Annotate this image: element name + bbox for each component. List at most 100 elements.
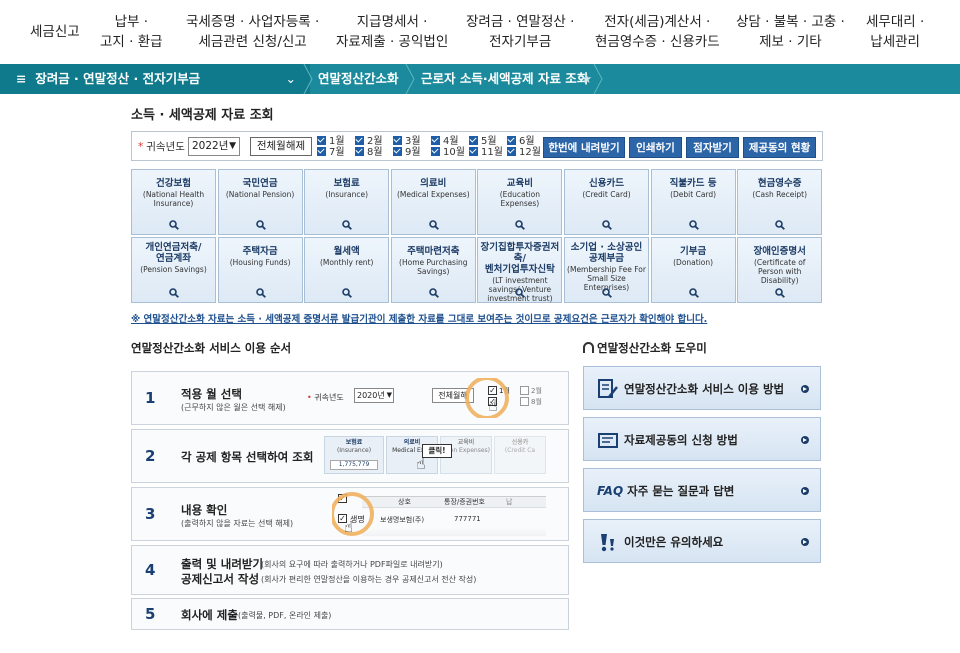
month-checkbox[interactable]: 10월 [431, 147, 465, 158]
category-label: 현금영수증 [757, 178, 802, 189]
month-label: 11월 [481, 147, 503, 158]
checkbox-checked-icon[interactable] [317, 147, 326, 156]
category-english-label: (Debit Card) [670, 190, 717, 199]
category-label: 직불카드 등 [669, 178, 717, 189]
checkbox-checked-icon[interactable] [393, 136, 402, 145]
category-english-label: (Cash Receipt) [752, 190, 808, 199]
help-label: FAQ 자주 묻는 질문과 답변 [597, 484, 735, 498]
nav-e-invoice[interactable]: 전자(세금)계산서 · 현금영수증 · 신용카드 [595, 12, 720, 52]
category-button[interactable]: 월세액 (Monthly rent) [304, 237, 390, 303]
search-icon [688, 215, 699, 230]
step-3-illustration: 상호 통장/증권번호 납 ✓ ✓ 생명 보생명보험(주) 777771 ☝ [332, 490, 546, 538]
category-label: 국민연금 [242, 178, 278, 189]
checkbox-checked-icon[interactable] [355, 147, 364, 156]
category-label: 소기업 · 소상공인 공제부금 [570, 242, 643, 264]
help-how-to-use-button[interactable]: 연말정산간소화 서비스 이용 방법 [583, 366, 821, 410]
search-icon [342, 283, 353, 298]
clear-all-months-button[interactable]: 전체월해제 [250, 137, 312, 156]
search-icon [255, 215, 266, 230]
nav-consulting[interactable]: 상담 · 불복 · 고충 · 제보 · 기타 [736, 12, 845, 52]
nav-statements[interactable]: 지급명세서 · 자료제출 · 공익법인 [336, 12, 448, 52]
category-button[interactable]: 직불카드 등 (Debit Card) [650, 169, 736, 235]
category-english-label: (National Pension) [225, 190, 295, 199]
category-button[interactable]: 장기집합투자증권저축/ 벤처기업투자신탁 (LT investment savin… [477, 237, 563, 303]
category-label: 신용카드 [589, 178, 624, 189]
checkbox-checked-icon[interactable] [393, 147, 402, 156]
checkbox-checked-icon[interactable] [431, 147, 440, 156]
page-title: 소득 · 세액공제 자료 조회 [131, 108, 274, 123]
category-button[interactable]: 신용카드 (Credit Card) [564, 169, 649, 235]
document-icon [598, 433, 618, 448]
provider-status-button[interactable]: 제공동의 현황 [743, 137, 816, 158]
braille-button[interactable]: 점자받기 [686, 137, 739, 158]
nav-tax-filing[interactable]: 세금신고 [30, 22, 80, 42]
hand-cursor-icon: ☝ [488, 396, 498, 415]
step-1: 1 적용 월 선택 (근무하지 않은 월은 선택 해제) • 귀속년도 2020… [131, 371, 569, 425]
breadcrumb-main-menu[interactable]: ≡ 장려금 · 연말정산 · 전자기부금 ⌄ [0, 64, 310, 94]
category-label: 개인연금저축/ 연금계좌 [145, 242, 202, 264]
category-english-label: (Home Purchasing Savings) [399, 258, 468, 276]
download-all-button[interactable]: 한번에 내려받기 [543, 137, 625, 158]
print-button[interactable]: 인쇄하기 [629, 137, 682, 158]
category-button[interactable]: 개인연금저축/ 연금계좌 (Pension Savings) [131, 237, 216, 303]
search-icon [515, 283, 526, 298]
nav-certificates[interactable]: 국세증명 · 사업자등록 · 세금관련 신청/신고 [186, 12, 319, 52]
arrow-right-icon [801, 385, 809, 393]
step-number: 2 [145, 447, 156, 465]
category-english-label: (Donation) [673, 258, 714, 267]
month-label: 12월 [519, 147, 541, 158]
category-button[interactable]: 교육비 (Education Expenses) [477, 169, 563, 235]
checkbox-checked-icon[interactable] [355, 136, 364, 145]
category-button[interactable]: 국민연금 (National Pension) [217, 169, 303, 235]
star-icon[interactable]: ★ [581, 64, 592, 94]
category-button[interactable]: 건강보험 (National Health Insurance) [131, 169, 216, 235]
step-2-illustration: 보험료 (Insurance) 1,775,779 의료비 Medical Ex… [322, 434, 546, 478]
category-button[interactable]: 의료비 (Medical Expenses) [390, 169, 476, 235]
category-button[interactable]: 주택자금 (Housing Funds) [217, 237, 303, 303]
step-desc: (회사의 요구에 따라 출력하거나 PDF파일로 내려받기) [261, 560, 443, 569]
category-button[interactable]: 주택마련저축 (Home Purchasing Savings) [390, 237, 476, 303]
step-desc: (출력물, PDF, 온라인 제출) [238, 611, 332, 620]
month-checkbox[interactable]: 8월 [355, 147, 383, 158]
step-title: 각 공제 항목 선택하여 조회 [181, 450, 314, 464]
year-select[interactable]: 2022년 ▼ [188, 137, 240, 156]
category-button[interactable]: 보험료 (Insurance) [304, 169, 390, 235]
filter-bar: * 귀속년도 2022년 ▼ 전체월해제 1월 2월 3월 4월 5월 6월 7월 8월 9월 10월… [131, 131, 823, 161]
checkbox-checked-icon[interactable] [469, 136, 478, 145]
month-checkbox[interactable]: 12월 [507, 147, 541, 158]
help-consent-button[interactable]: 자료제공동의 신청 방법 [583, 417, 821, 461]
checkbox-checked-icon[interactable] [507, 136, 516, 145]
search-icon [342, 215, 353, 230]
category-button[interactable]: 소기업 · 소상공인 공제부금 (Membership Fee For Small… [564, 237, 649, 303]
nav-tax-agent[interactable]: 세무대리 · 납세관리 [866, 12, 924, 52]
step-desc-2: (회사가 편리한 연말정산을 이용하는 경우 공제신고서 전산 작성) [261, 575, 477, 584]
help-caution-button[interactable]: 이것만은 유의하세요 [583, 519, 821, 563]
step-1-illustration: • 귀속년도 2020년 ▼ 전체월해 ✓ 1월 ✓ 2월 8월 ☝ [302, 378, 546, 418]
category-button[interactable]: 장애인증명서 (Certificate of Person with Disabi… [737, 237, 823, 303]
month-label: 1월 [329, 136, 345, 147]
category-button[interactable]: 현금영수증 (Cash Receipt) [737, 169, 823, 235]
checkbox-checked-icon[interactable] [507, 147, 516, 156]
chevron-down-icon[interactable]: ⌄ [286, 64, 296, 94]
checkbox-checked-icon[interactable] [469, 147, 478, 156]
help-faq-button[interactable]: FAQ 자주 묻는 질문과 답변 [583, 468, 821, 512]
checkbox-checked-icon[interactable] [431, 136, 440, 145]
nav-payment[interactable]: 납부 · 고지 · 환급 [100, 12, 163, 52]
month-label: 2월 [367, 136, 383, 147]
notice-text[interactable]: ※ 연말정산간소화 자료는 소득 · 세액공제 증명서류 발급기관이 제출한 자… [131, 311, 707, 325]
category-button[interactable]: 기부금 (Donation) [650, 237, 736, 303]
search-icon [688, 283, 699, 298]
category-label: 주택마련저축 [407, 246, 460, 257]
category-label: 주택자금 [242, 246, 278, 257]
breadcrumb-item-simplified[interactable]: 연말정산간소화 [318, 64, 399, 94]
checkbox-checked-icon[interactable] [317, 136, 326, 145]
month-checkbox[interactable]: 7월 [317, 147, 345, 158]
step-number: 5 [145, 605, 156, 623]
search-icon [255, 283, 266, 298]
search-icon [169, 215, 179, 230]
nav-year-end[interactable]: 장려금 · 연말정산 · 전자기부금 [466, 12, 574, 52]
month-checkbox[interactable]: 11월 [469, 147, 503, 158]
category-label: 월세액 [333, 246, 360, 257]
breadcrumb-item-current[interactable]: 근로자 소득·세액공제 자료 조회 [421, 64, 588, 94]
month-checkbox[interactable]: 9월 [393, 147, 421, 158]
